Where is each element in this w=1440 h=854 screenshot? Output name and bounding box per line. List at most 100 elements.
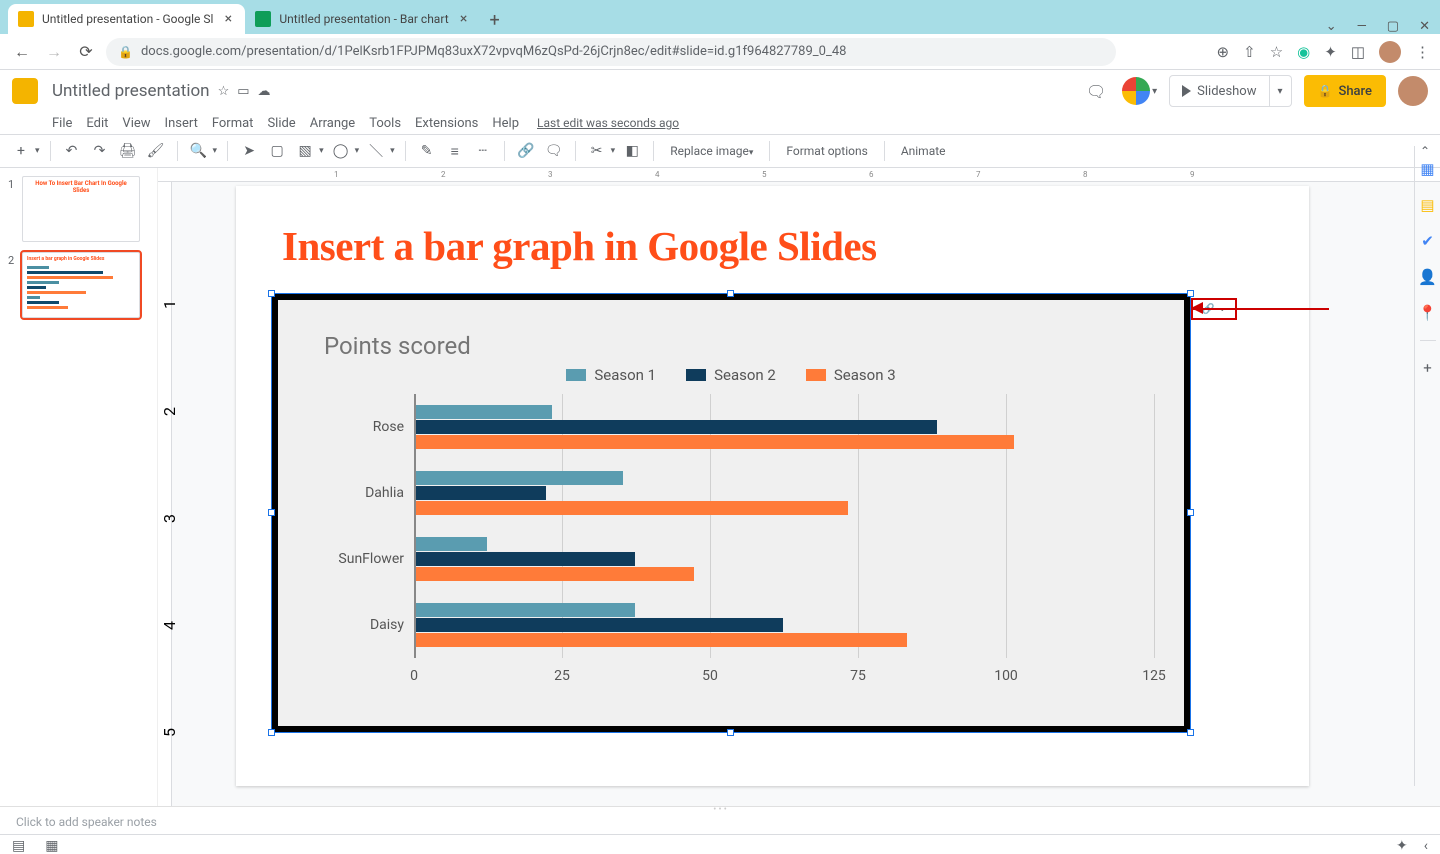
textbox-tool[interactable]: ▢ [266, 139, 288, 163]
border-dash-button[interactable]: ┄ [472, 139, 494, 163]
menu-insert[interactable]: Insert [165, 116, 198, 131]
comment-button[interactable]: 🗨 [543, 139, 565, 163]
slides-logo[interactable] [12, 78, 38, 104]
replace-image-button[interactable]: Replace image ▾ [664, 144, 759, 158]
zoom-icon[interactable]: ⊕ [1217, 43, 1230, 61]
last-edit-link[interactable]: Last edit was seconds ago [537, 116, 679, 130]
x-tick: 75 [850, 668, 866, 684]
menu-file[interactable]: File [52, 116, 72, 131]
grammarly-icon[interactable]: ◉ [1297, 43, 1310, 61]
close-tab-icon[interactable]: × [221, 11, 235, 27]
select-tool[interactable]: ➤ [238, 139, 260, 163]
account-avatar[interactable] [1398, 76, 1428, 106]
calendar-icon[interactable]: ▦ [1420, 160, 1434, 178]
minimize-icon[interactable]: — [1357, 19, 1367, 34]
chart-object[interactable]: Points scored Season 1 Season 2 Season 3… [272, 294, 1190, 732]
menu-view[interactable]: View [122, 116, 150, 131]
hide-sidepanel-icon[interactable]: ‹ [1424, 838, 1428, 854]
close-icon[interactable]: ✕ [1419, 19, 1430, 34]
contacts-icon[interactable]: 👤 [1418, 268, 1437, 286]
resize-handle[interactable] [268, 509, 275, 516]
image-tool[interactable]: ▧ [294, 139, 316, 163]
redo-button[interactable]: ↷ [89, 139, 111, 163]
view-grid-icon[interactable]: ▦ [45, 838, 58, 854]
undo-button[interactable]: ↶ [61, 139, 83, 163]
image-caret[interactable]: ▾ [319, 146, 324, 156]
share-page-icon[interactable]: ⇧ [1243, 43, 1256, 61]
animate-button[interactable]: Animate [895, 144, 952, 158]
maximize-icon[interactable]: ▢ [1387, 19, 1399, 34]
line-tool[interactable]: ＼ [365, 139, 387, 163]
resize-handle[interactable] [1187, 509, 1194, 516]
resize-handle[interactable] [727, 729, 734, 736]
resize-handle[interactable] [268, 729, 275, 736]
browser-tab-slides[interactable]: Untitled presentation - Google Sl × [8, 4, 245, 34]
sidepanel-toggle-icon[interactable]: ◫ [1351, 43, 1365, 61]
resize-handle[interactable] [1187, 290, 1194, 297]
profile-avatar[interactable] [1379, 41, 1401, 63]
extensions-icon[interactable]: ✦ [1324, 43, 1337, 61]
print-button[interactable]: 🖨 [117, 139, 139, 163]
play-icon [1182, 85, 1191, 97]
menu-tools[interactable]: Tools [369, 116, 401, 131]
close-tab-icon[interactable]: × [457, 11, 471, 27]
omnibox[interactable]: 🔒 docs.google.com/presentation/d/1PelKsr… [106, 38, 1116, 66]
zoom-button[interactable]: 🔍 [188, 139, 210, 163]
cloud-status-icon[interactable]: ☁ [258, 84, 271, 99]
menu-slide[interactable]: Slide [267, 116, 295, 131]
app-header: Untitled presentation ☆ ▭ ☁ 🗨 ▾ Slidesho… [0, 70, 1440, 112]
reload-button[interactable]: ⟳ [74, 42, 98, 61]
view-list-icon[interactable]: ▤ [12, 838, 25, 854]
comment-history-icon[interactable]: 🗨 [1082, 77, 1110, 105]
explore-icon[interactable]: ✦ [1396, 838, 1408, 854]
crop-button[interactable]: ✂ [586, 139, 608, 163]
shape-tool[interactable]: ◯ [330, 139, 352, 163]
speaker-notes[interactable]: Click to add speaker notes [0, 812, 1440, 834]
doc-title[interactable]: Untitled presentation [52, 81, 210, 101]
tasks-icon[interactable]: ✔ [1421, 232, 1434, 250]
slideshow-caret[interactable]: ▾ [1270, 75, 1292, 107]
resize-handle[interactable] [727, 290, 734, 297]
browser-tab-sheets[interactable]: Untitled presentation - Bar chart × [245, 4, 480, 34]
border-weight-button[interactable]: ≡ [444, 139, 466, 163]
slide-thumbnail-2[interactable]: Insert a bar graph in Google Slides [22, 252, 140, 318]
border-color-button[interactable]: ✎ [416, 139, 438, 163]
slideshow-button[interactable]: Slideshow [1169, 75, 1269, 107]
keep-icon[interactable]: ▤ [1420, 196, 1434, 214]
resize-handle[interactable] [268, 290, 275, 297]
thumb-mini-chart [27, 266, 135, 309]
new-slide-caret[interactable]: ▾ [35, 146, 40, 156]
star-icon[interactable]: ☆ [218, 84, 230, 99]
menu-help[interactable]: Help [492, 116, 519, 131]
back-button[interactable]: ← [10, 42, 34, 62]
format-options-button[interactable]: Format options [780, 144, 873, 158]
slide-thumbnail-1[interactable]: How To Insert Bar Chart In Google Slides [22, 176, 140, 242]
x-tick: 125 [1142, 668, 1166, 684]
chevron-down-icon[interactable]: ⌄ [1326, 19, 1337, 34]
paint-format-button[interactable]: 🖌 [145, 139, 167, 163]
zoom-caret[interactable]: ▾ [213, 146, 218, 156]
slide-title[interactable]: Insert a bar graph in Google Slides [282, 222, 877, 270]
new-tab-button[interactable]: + [481, 6, 509, 34]
menu-edit[interactable]: Edit [86, 116, 108, 131]
menu-extensions[interactable]: Extensions [415, 116, 478, 131]
mask-button[interactable]: ◧ [621, 139, 643, 163]
line-caret[interactable]: ▾ [390, 146, 395, 156]
shape-caret[interactable]: ▾ [355, 146, 360, 156]
forward-button[interactable]: → [42, 42, 66, 62]
resize-handle[interactable] [1187, 729, 1194, 736]
bookmark-icon[interactable]: ☆ [1270, 43, 1283, 61]
kebab-menu-icon[interactable]: ⋮ [1415, 43, 1430, 61]
slide-canvas[interactable]: Insert a bar graph in Google Slides Poin… [236, 186, 1309, 786]
move-icon[interactable]: ▭ [237, 84, 249, 99]
new-slide-button[interactable]: + [10, 139, 32, 163]
meet-caret-icon[interactable]: ▾ [1152, 86, 1157, 97]
meet-button[interactable] [1122, 77, 1150, 105]
crop-caret[interactable]: ▾ [611, 146, 616, 156]
menu-arrange[interactable]: Arrange [310, 116, 355, 131]
share-button[interactable]: 🔒 Share [1304, 75, 1387, 107]
maps-icon[interactable]: 📍 [1418, 304, 1437, 322]
menu-format[interactable]: Format [212, 116, 254, 131]
add-ons-icon[interactable]: + [1423, 359, 1432, 377]
link-button[interactable]: 🔗 [515, 139, 537, 163]
